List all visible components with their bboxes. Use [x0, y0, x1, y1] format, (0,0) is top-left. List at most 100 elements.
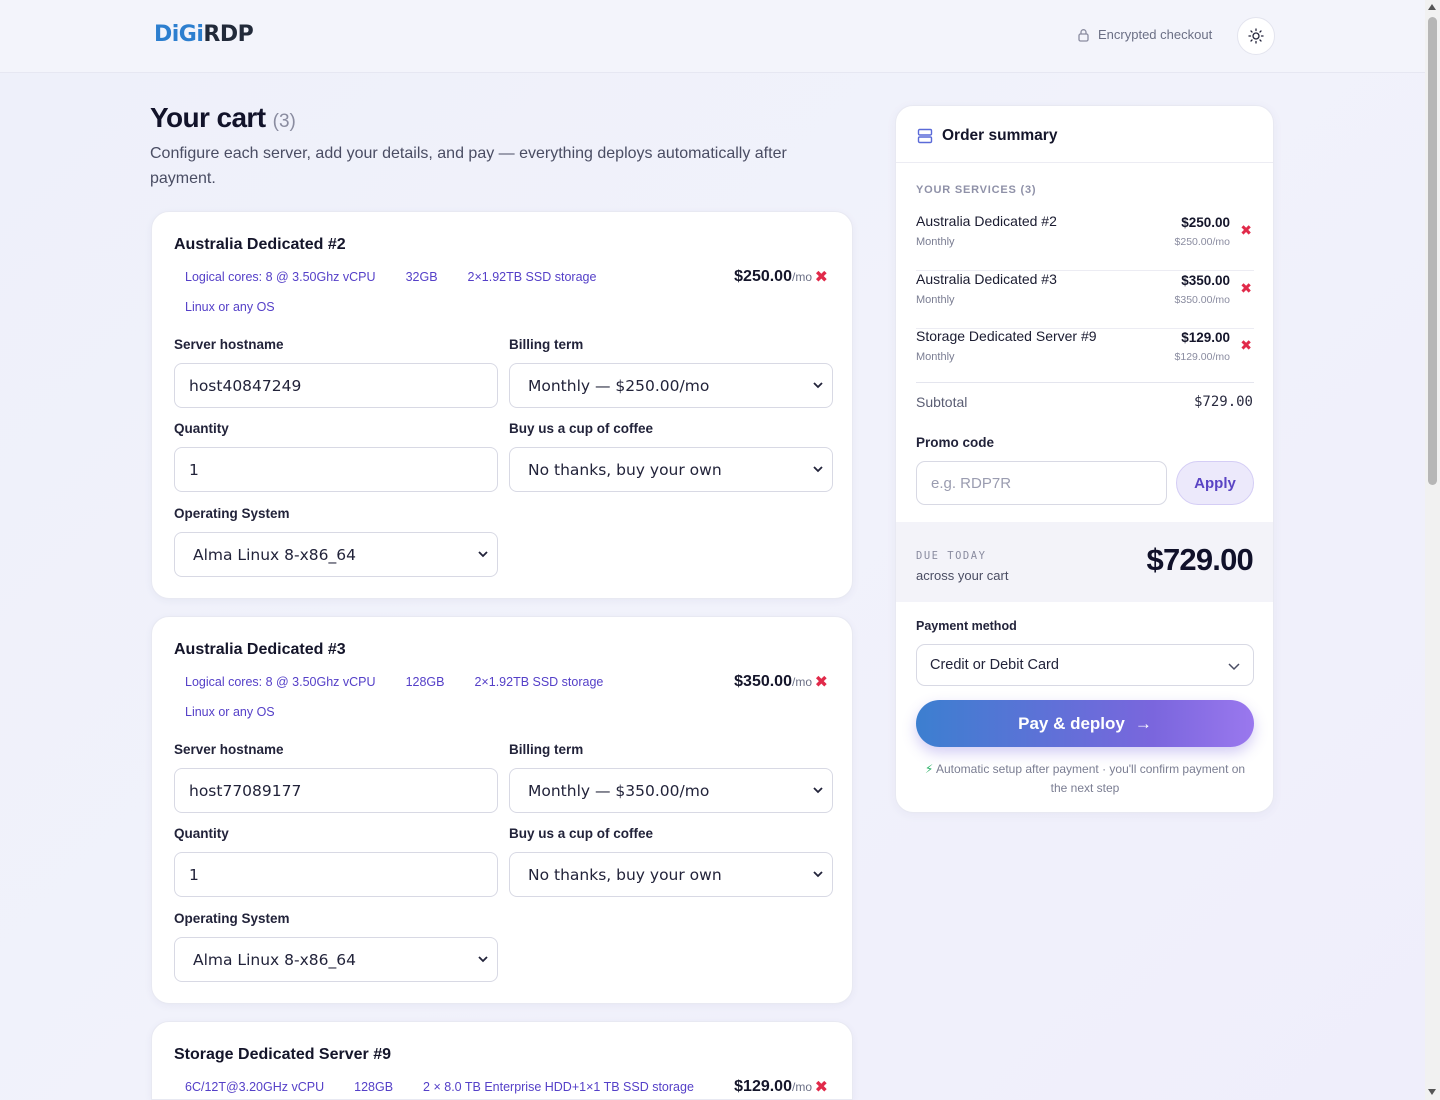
hostname-input[interactable]: host40847249 — [174, 363, 498, 408]
theme-toggle-button[interactable] — [1237, 17, 1275, 55]
chevron-down-icon — [813, 466, 823, 473]
spec-list: Logical cores: 8 @ 3.50Ghz vCPU 32GB 2×1… — [174, 268, 694, 316]
cart-item-title: Australia Dedicated #3 — [174, 641, 346, 658]
item-price-value: $129.00 — [734, 1078, 792, 1095]
encrypted-label: Encrypted checkout — [1098, 27, 1213, 42]
cart-item-title: Storage Dedicated Server #9 — [174, 1046, 391, 1063]
spec-chip: 128GB — [354, 1080, 394, 1094]
top-bar: DiGiRDP Encrypted checkout — [0, 0, 1425, 73]
lock-icon — [1078, 28, 1089, 42]
billing-label: Billing term — [509, 742, 584, 757]
encrypted-checkout: Encrypted checkout — [1077, 27, 1212, 42]
remove-item-icon[interactable]: ✖ — [815, 675, 828, 691]
chevron-down-icon — [813, 382, 823, 389]
cart-item-title: Australia Dedicated #2 — [174, 236, 346, 253]
os-label: Operating System — [174, 911, 290, 926]
item-price-value: $250.00 — [734, 268, 792, 285]
service-period: Monthly — [916, 236, 955, 248]
apply-promo-button[interactable]: Apply — [1176, 461, 1254, 505]
os-select[interactable]: Alma Linux 8-x86_64 — [174, 937, 498, 982]
spec-chip: 32GB — [405, 270, 438, 284]
divider — [916, 382, 1254, 383]
service-amount: $250.00 — [1181, 215, 1230, 230]
summary-header: Order summary — [896, 106, 1273, 163]
scroll-up-arrow-icon[interactable] — [1428, 4, 1436, 10]
billing-select[interactable]: Monthly — $250.00/mo — [509, 363, 833, 408]
promo-label: Promo code — [916, 435, 995, 450]
quantity-input[interactable]: 1 — [174, 852, 498, 897]
billing-select[interactable]: Monthly — $350.00/mo — [509, 768, 833, 813]
payment-method-label: Payment method — [916, 619, 1017, 633]
chevron-down-icon — [478, 956, 488, 963]
remove-service-icon[interactable]: ✖ — [1240, 280, 1252, 297]
service-per-month: $250.00/mo — [1174, 236, 1230, 248]
scroll-down-arrow-icon[interactable] — [1428, 1089, 1436, 1095]
pay-deploy-button[interactable]: Pay & deploy → — [916, 700, 1254, 747]
hostname-label: Server hostname — [174, 742, 284, 757]
quantity-input[interactable]: 1 — [174, 447, 498, 492]
per-month-label: /mo — [791, 675, 812, 689]
per-month-label: /mo — [791, 270, 812, 284]
scroll-thumb[interactable] — [1428, 17, 1437, 485]
subtotal-label: Subtotal — [916, 394, 968, 410]
due-today-panel: DUE TODAY across your cart $729.00 — [896, 522, 1273, 602]
coffee-select[interactable]: No thanks, buy your own — [509, 447, 833, 492]
chevron-down-icon — [813, 871, 823, 878]
cart-count: (3) — [272, 111, 296, 132]
item-price: $129.00/mo — [734, 1078, 812, 1096]
page-subtitle: Configure each server, add your details,… — [150, 145, 787, 187]
cart-item-card: Australia Dedicated #2 Logical cores: 8 … — [151, 211, 853, 599]
os-select[interactable]: Alma Linux 8-x86_64 — [174, 532, 498, 577]
cart-item-card: Australia Dedicated #3 Logical cores: 8 … — [151, 616, 853, 1004]
billing-label: Billing term — [509, 337, 584, 352]
service-name: Australia Dedicated #2 — [916, 213, 1057, 229]
os-label: Operating System — [174, 506, 290, 521]
summary-service-row: Australia Dedicated #3 Monthly $350.00 $… — [916, 271, 1254, 329]
spec-list: 6C/12T@3.20GHz vCPU 128GB 2 × 8.0 TB Ent… — [174, 1078, 774, 1096]
billing-value: Monthly — $350.00/mo — [528, 781, 710, 800]
pay-label: Pay & deploy — [1018, 713, 1125, 733]
remove-service-icon[interactable]: ✖ — [1240, 337, 1252, 354]
service-amount: $129.00 — [1181, 330, 1230, 345]
service-period: Monthly — [916, 351, 955, 363]
promo-input[interactable]: e.g. RDP7R — [916, 461, 1167, 505]
remove-item-icon[interactable]: ✖ — [815, 1080, 828, 1096]
page-title-text: Your cart — [150, 102, 266, 133]
coffee-select[interactable]: No thanks, buy your own — [509, 852, 833, 897]
service-period: Monthly — [916, 294, 955, 306]
remove-service-icon[interactable]: ✖ — [1240, 222, 1252, 239]
quantity-label: Quantity — [174, 826, 229, 841]
payment-method-select[interactable]: Credit or Debit Card — [916, 644, 1254, 686]
scrollbar[interactable] — [1425, 0, 1440, 1100]
cart-item-card: Storage Dedicated Server #9 6C/12T@3.20G… — [151, 1021, 853, 1100]
service-name: Storage Dedicated Server #9 — [916, 328, 1097, 344]
item-price: $350.00/mo — [734, 673, 812, 691]
spec-list: Logical cores: 8 @ 3.50Ghz vCPU 128GB 2×… — [174, 673, 694, 721]
coffee-value: No thanks, buy your own — [528, 865, 722, 884]
note-part1: Automatic setup after payment — [935, 762, 1099, 776]
summary-service-row: Storage Dedicated Server #9 Monthly $129… — [916, 328, 1254, 386]
due-subtitle: across your cart — [916, 568, 1009, 583]
billing-value: Monthly — $250.00/mo — [528, 376, 710, 395]
subtotal-value: $729.00 — [1193, 394, 1253, 410]
chevron-down-icon — [1228, 663, 1240, 671]
services-caption: YOUR SERVICES (3) — [916, 184, 1037, 196]
quantity-label: Quantity — [174, 421, 229, 436]
coffee-label: Buy us a cup of coffee — [509, 826, 654, 841]
chevron-down-icon — [478, 551, 488, 558]
spec-chip: Linux or any OS — [185, 705, 275, 719]
spec-chip: 2×1.92TB SSD storage — [474, 675, 604, 689]
remove-item-icon[interactable]: ✖ — [815, 270, 828, 286]
due-caption: DUE TODAY — [916, 550, 987, 562]
spec-chip: 2×1.92TB SSD storage — [467, 270, 597, 284]
hostname-input[interactable]: host77089177 — [174, 768, 498, 813]
note-separator: · — [1102, 762, 1107, 776]
coffee-label: Buy us a cup of coffee — [509, 421, 654, 436]
service-amount: $350.00 — [1181, 273, 1230, 288]
arrow-right-icon: → — [1134, 713, 1152, 733]
spec-chip: 2 × 8.0 TB Enterprise HDD+1×1 TB SSD sto… — [423, 1080, 694, 1094]
service-name: Australia Dedicated #3 — [916, 271, 1057, 287]
logo[interactable]: DiGiRDP — [154, 22, 254, 47]
logo-text-b: RDP — [203, 22, 254, 47]
summary-service-row: Australia Dedicated #2 Monthly $250.00 $… — [916, 213, 1254, 271]
